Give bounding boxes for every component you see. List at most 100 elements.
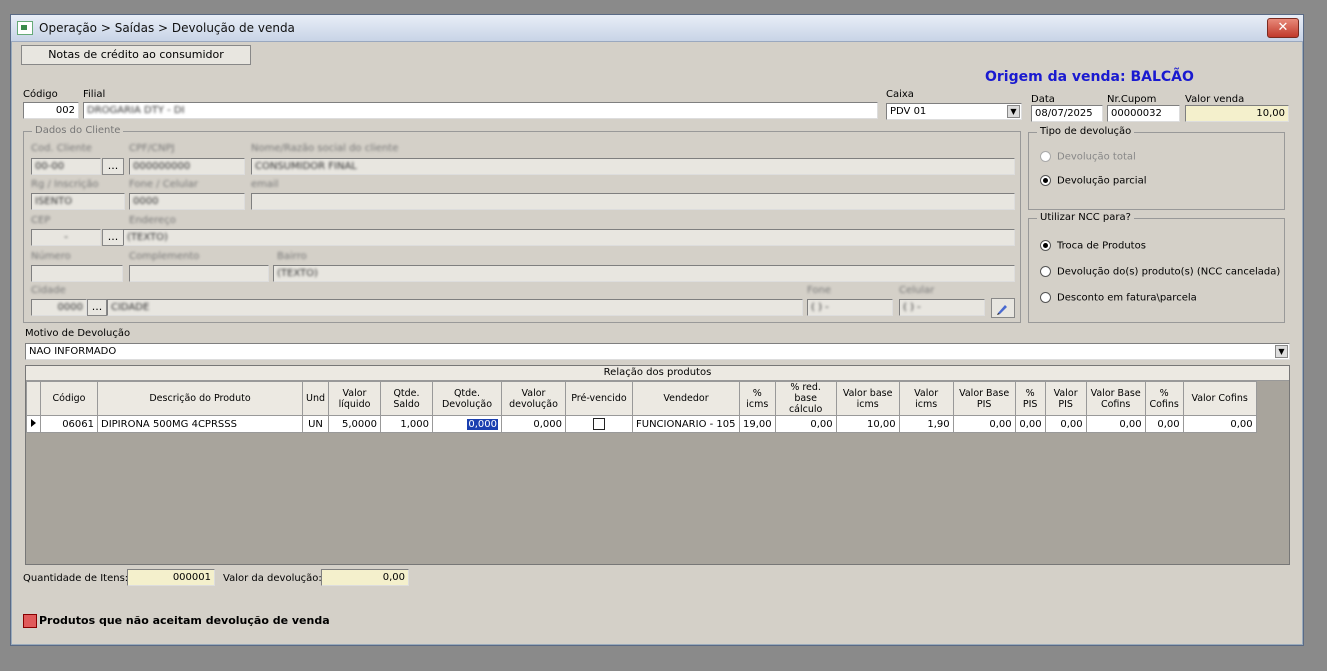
search-cliente-button[interactable]: ... [102,158,124,175]
col-header[interactable]: Und [302,381,329,416]
col-header[interactable]: % red. base cálculo [774,381,837,416]
row-indicator-header [26,381,41,416]
cupom-label: Nr.Cupom [1107,94,1157,105]
endereco-field: (TEXTO) [123,229,1015,246]
radio-devolucao-parcial[interactable]: Devolução parcial [1040,175,1146,187]
tipo-devolucao-group: Tipo de devolução [1028,126,1285,210]
data-field[interactable]: 08/07/2025 [1031,105,1103,122]
ncc-button[interactable]: Notas de crédito ao consumidor [21,45,251,65]
cell-base-pis[interactable]: 0,00 [952,415,1016,433]
cupom-field[interactable]: 00000032 [1107,105,1180,122]
devolucao-window: Operação > Saídas > Devolução de venda ✕… [10,14,1304,646]
legend-color-swatch [23,614,37,628]
cell-base-icms[interactable]: 10,00 [835,415,900,433]
fone-label: Fone [807,285,832,296]
valor-devolucao-field: 0,00 [321,569,409,586]
chevron-down-icon[interactable]: ▼ [1275,345,1288,358]
search-cidade-button[interactable]: ... [87,299,107,316]
tipo-devolucao-title: Tipo de devolução [1037,126,1135,137]
cell-red-base[interactable]: 0,00 [774,415,837,433]
radio-icon [1040,266,1051,277]
cell-vendedor[interactable]: FUNCIONARIO - 105 [632,415,740,433]
qtd-itens-field: 000001 [127,569,215,586]
col-header[interactable]: % Cofins [1144,381,1184,416]
nome-field: CONSUMIDOR FINAL [251,158,1015,175]
radio-devolucao-total[interactable]: Devolução total [1040,151,1136,163]
cod-cliente-label: Cod. Cliente [31,143,92,154]
produtos-grid: Relação dos produtos Código Descrição do… [25,365,1290,565]
radio-devolucao-produtos[interactable]: Devolução do(s) produto(s) (NCC cancelad… [1040,266,1280,278]
col-header[interactable]: Valor PIS [1044,381,1087,416]
cell-valor-liquido[interactable]: 5,0000 [328,415,381,433]
app-icon [17,21,33,35]
motivo-select[interactable]: NAO INFORMADO ▼ [25,343,1290,360]
table-row[interactable]: 06061 DIPIRONA 500MG 4CPRSSS UN 5,0000 1… [26,415,1257,433]
chevron-down-icon[interactable]: ▼ [1007,105,1020,118]
col-header[interactable]: Vendedor [632,381,740,416]
pre-vencido-checkbox[interactable] [593,418,605,430]
cell-qtde-saldo[interactable]: 1,000 [380,415,433,433]
arrow-right-icon [31,418,36,427]
close-button[interactable]: ✕ [1267,18,1299,38]
nome-label: Nome/Razão social do cliente [251,143,399,154]
col-header[interactable]: Valor Base Cofins [1085,381,1146,416]
celular-label: Celular [899,285,935,296]
search-cep-button[interactable]: ... [102,229,124,246]
endereco-label: Endereço [129,215,176,226]
valor-devolucao-label: Valor da devolução: [223,573,322,584]
cpf-field: 000000000 [129,158,245,175]
caixa-label: Caixa [886,89,914,100]
cell-base-cofins[interactable]: 0,00 [1085,415,1146,433]
col-header[interactable]: Valor líquido [328,381,381,416]
numero-field [31,265,123,282]
cell-valor-devolucao[interactable]: 0,000 [501,415,566,433]
col-header[interactable]: % PIS [1014,381,1046,416]
col-header[interactable]: Valor Cofins [1182,381,1257,416]
cell-cofins[interactable]: 0,00 [1144,415,1184,433]
codigo-field[interactable]: 002 [23,102,79,119]
cell-icms[interactable]: 19,00 [739,415,776,433]
col-header[interactable]: Qtde. Saldo [380,381,433,416]
col-header[interactable]: Código [40,381,98,416]
col-header[interactable]: Valor devolução [501,381,566,416]
cell-codigo[interactable]: 06061 [40,415,98,433]
bairro-field: (TEXTO) [273,265,1015,282]
celular-field: ( ) - [899,299,985,316]
complemento-label: Complemento [129,251,200,262]
cell-pre-vencido[interactable] [565,415,633,433]
fone-field: ( ) - [807,299,893,316]
data-label: Data [1031,94,1055,105]
col-header[interactable]: % icms [739,381,776,416]
qtde-devolucao-input[interactable]: 0,000 [467,418,498,430]
title-bar: Operação > Saídas > Devolução de venda ✕ [11,15,1303,42]
radio-checked-icon [1040,175,1051,186]
cell-qtde-devolucao[interactable]: 0,000 [432,415,502,433]
table-header-row: Código Descrição do Produto Und Valor lí… [26,381,1257,416]
cell-und[interactable]: UN [302,415,329,433]
col-header[interactable]: Pré-vencido [565,381,633,416]
rg-field: ISENTO [31,193,125,210]
col-header[interactable]: Valor icms [898,381,954,416]
cell-valor-pis[interactable]: 0,00 [1044,415,1087,433]
col-header[interactable]: Valor Base PIS [952,381,1016,416]
radio-troca-produtos[interactable]: Troca de Produtos [1040,240,1146,252]
col-header[interactable]: Qtde. Devolução [432,381,502,416]
pencil-icon [997,305,1007,315]
fone-celular-label: Fone / Celular [129,179,198,190]
motivo-label: Motivo de Devolução [25,328,131,339]
caixa-select[interactable]: PDV 01 ▼ [886,103,1022,120]
col-header[interactable]: Descrição do Produto [97,381,303,416]
cell-descricao[interactable]: DIPIRONA 500MG 4CPRSSS [97,415,303,433]
radio-icon [1040,292,1051,303]
cell-valor-icms[interactable]: 1,90 [898,415,954,433]
cell-pis[interactable]: 0,00 [1014,415,1046,433]
radio-checked-icon [1040,240,1051,251]
origem-venda-label: Origem da venda: BALCÃO [985,69,1194,85]
edit-cliente-button[interactable] [991,298,1015,318]
cell-valor-cofins[interactable]: 0,00 [1182,415,1257,433]
valor-venda-field: 10,00 [1185,105,1289,122]
bairro-label: Bairro [277,251,307,262]
radio-desconto-fatura[interactable]: Desconto em fatura\parcela [1040,292,1197,304]
filial-field[interactable]: DROGARIA DTY - DI [83,102,878,119]
col-header[interactable]: Valor base icms [835,381,900,416]
